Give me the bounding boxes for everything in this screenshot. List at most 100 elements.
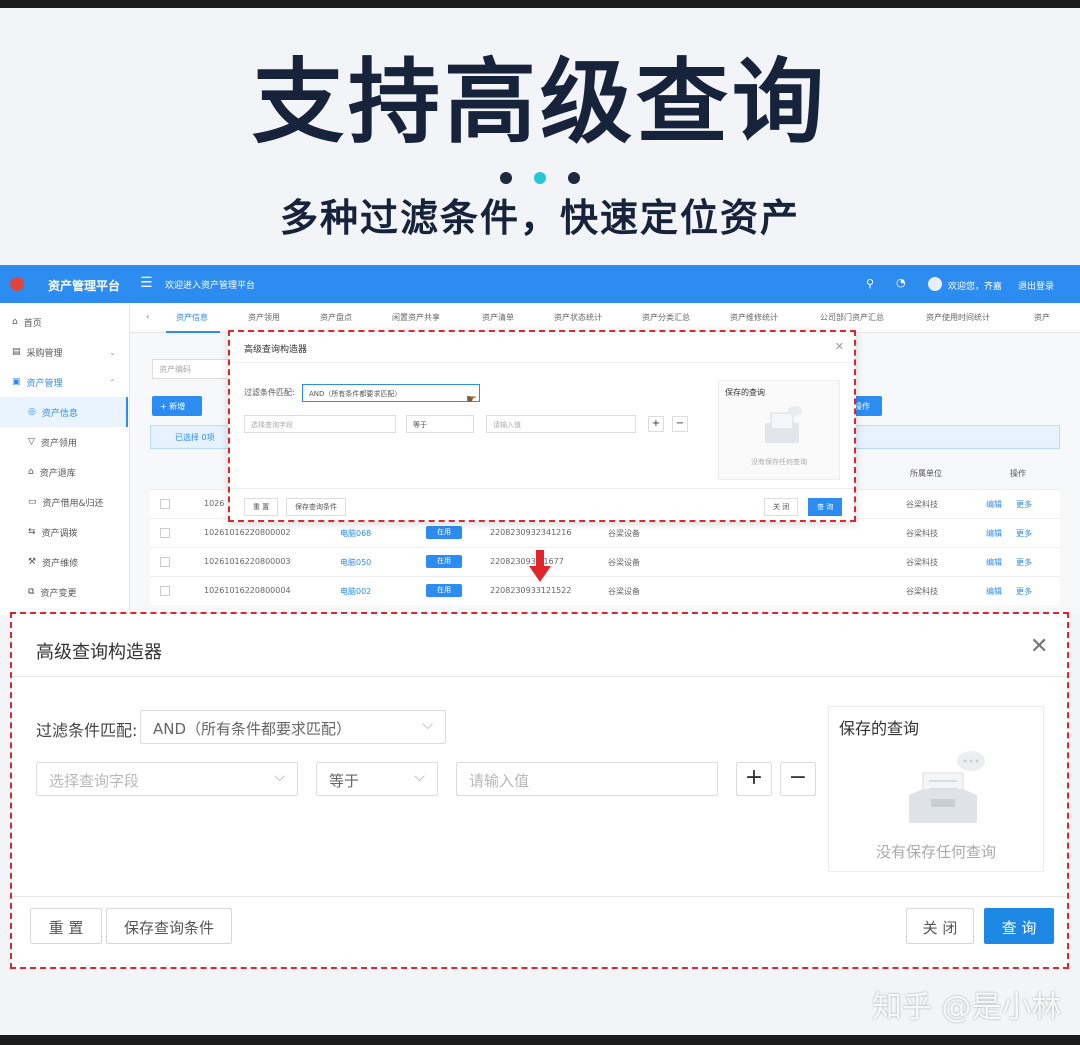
tab-department-summary[interactable]: 公司部门资产汇总 [820, 312, 884, 323]
tab-idle-share[interactable]: 闲置资产共享 [392, 312, 440, 323]
receive-icon: ▽ [28, 437, 35, 447]
asset-code-search-input[interactable]: 资产编码 [152, 359, 232, 379]
close-icon[interactable]: ✕ [1030, 634, 1048, 659]
more-link[interactable]: 更多 [1016, 499, 1032, 510]
edit-link[interactable]: 编辑 [986, 528, 1002, 539]
reset-button[interactable]: 重 置 [244, 498, 279, 516]
hero-subtitle: 多种过滤条件，快速定位资产 [279, 196, 800, 240]
reset-button[interactable]: 重 置 [30, 908, 102, 944]
query-button[interactable]: 查 询 [808, 498, 843, 516]
tab-asset-info[interactable]: 资产信息 [176, 312, 208, 323]
more-link[interactable]: 更多 [1016, 557, 1032, 568]
add-condition-button[interactable]: + [648, 416, 664, 432]
sidebar-item-label: 首页 [23, 318, 42, 329]
row-checkbox[interactable] [160, 499, 170, 509]
more-link[interactable]: 更多 [1016, 586, 1032, 597]
tab-back-icon[interactable]: ‹ [146, 312, 149, 321]
sidebar-item-asset-info[interactable]: ◎ 资产信息 [0, 397, 128, 427]
edit-link[interactable]: 编辑 [986, 557, 1002, 568]
remove-condition-button[interactable]: − [672, 416, 688, 432]
box-icon: ▣ [12, 377, 21, 387]
close-icon[interactable]: ✕ [835, 340, 844, 353]
tab-asset-list[interactable]: 资产清单 [482, 312, 514, 323]
match-select[interactable]: AND（所有条件都要求匹配） [302, 384, 480, 402]
logo-icon [10, 277, 24, 291]
row-id: 10261016220800003 [204, 557, 291, 566]
sidebar-item-label: 资产变更 [40, 588, 77, 599]
status-badge: 在用 [426, 526, 462, 539]
saved-queries-title: 保存的查询 [725, 388, 765, 397]
add-condition-button[interactable]: + [736, 762, 772, 796]
save-conditions-button[interactable]: 保存查询条件 [286, 498, 346, 516]
tab-bar: ‹ 资产信息 资产领用 资产盘点 闲置资产共享 资产清单 资产状态统计 资产分类… [130, 303, 1080, 333]
sidebar-item-asset-return[interactable]: ⌂ 资产退库 [0, 457, 128, 487]
operator-select[interactable]: 等于 [406, 415, 474, 433]
sidebar-item-home[interactable]: ⌂ 首页 [0, 307, 128, 337]
row-name-link[interactable]: 电脑002 [340, 586, 371, 597]
sidebar-item-asset-management[interactable]: ▣ 资产管理 ⌃ [0, 367, 128, 397]
edit-link[interactable]: 编辑 [986, 586, 1002, 597]
value-input[interactable]: 请输入值 [456, 762, 718, 796]
welcome-text: 欢迎进入资产管理平台 [165, 281, 256, 291]
query-button[interactable]: 查 询 [984, 908, 1054, 944]
operator-select[interactable]: 等于 ⌵ [316, 762, 438, 796]
sidebar-item-label: 采购管理 [26, 348, 63, 359]
home-icon: ⌂ [12, 317, 18, 327]
empty-inbox-icon [909, 751, 985, 823]
wrench-icon: ⚒ [28, 557, 37, 567]
sidebar-item-asset-receive[interactable]: ▽ 资产领用 [0, 427, 128, 457]
value-input[interactable]: 请输入值 [486, 415, 636, 433]
match-select[interactable]: AND（所有条件都要求匹配） ⌵ [140, 710, 446, 744]
tab-more[interactable]: 资产 [1034, 312, 1050, 323]
close-button[interactable]: 关 闭 [764, 498, 799, 516]
remove-condition-button[interactable]: − [780, 762, 816, 796]
tab-asset-inventory[interactable]: 资产盘点 [320, 312, 352, 323]
add-button[interactable]: + 新增 [152, 396, 202, 416]
row-checkbox[interactable] [160, 528, 170, 538]
sidebar-item-asset-transfer[interactable]: ⇆ 资产调拨 [0, 517, 128, 547]
sidebar-item-asset-borrow[interactable]: ▭ 资产借用&归还 [0, 487, 128, 517]
save-conditions-button[interactable]: 保存查询条件 [106, 908, 232, 944]
row-name-link[interactable]: 电脑050 [340, 557, 371, 568]
sidebar-item-asset-repair[interactable]: ⚒ 资产维修 [0, 547, 128, 577]
divider [230, 488, 854, 489]
row-unit: 谷梁科技 [906, 529, 938, 538]
menu-toggle-icon[interactable]: ☰ [140, 275, 153, 291]
chevron-down-icon: ⌵ [414, 769, 425, 785]
dot [568, 172, 580, 184]
row-checkbox[interactable] [160, 586, 170, 596]
status-badge: 在用 [426, 584, 462, 597]
row-sn: 220823093...1677 [490, 557, 564, 566]
small-query-dialog: 高级查询构造器 ✕ 过滤条件匹配: AND（所有条件都要求匹配） ☛ 选择查询字… [228, 330, 856, 522]
sidebar-item-label: 资产领用 [40, 438, 77, 449]
logout-link[interactable]: 退出登录 [1018, 279, 1054, 292]
table-row: 10261016220800004 电脑002 在用 2208230933121… [150, 576, 1060, 605]
info-icon: ◎ [28, 407, 36, 417]
field-select[interactable]: 选择查询字段 [244, 415, 396, 433]
search-icon[interactable]: ⚲ [866, 277, 874, 290]
sidebar-item-asset-change[interactable]: ⧉ 资产变更 [0, 577, 128, 607]
edit-link[interactable]: 编辑 [986, 499, 1002, 510]
table-row: 10261016220800003 电脑050 在用 220823093...1… [150, 547, 1060, 576]
user-greeting[interactable]: 欢迎您，齐嘉 [948, 279, 1002, 292]
sidebar-item-label: 资产管理 [26, 378, 63, 389]
more-link[interactable]: 更多 [1016, 528, 1032, 539]
app-name: 资产管理平台 [48, 279, 121, 293]
tab-usage-time-stats[interactable]: 资产使用时间统计 [926, 312, 990, 323]
column-header-ops: 操作 [1010, 469, 1026, 478]
field-select[interactable]: 选择查询字段 ⌵ [36, 762, 298, 796]
avatar[interactable] [928, 277, 942, 291]
bell-icon[interactable]: ◔ [896, 276, 906, 289]
sidebar-item-purchase[interactable]: ▤ 采购管理 ⌄ [0, 337, 128, 367]
chevron-down-icon: ⌵ [422, 717, 433, 733]
tab-asset-receive[interactable]: 资产领用 [248, 312, 280, 323]
row-name-link[interactable]: 电脑068 [340, 528, 371, 539]
row-checkbox[interactable] [160, 557, 170, 567]
transfer-icon: ⇆ [28, 527, 36, 537]
row-id: 10261016220800004 [204, 586, 291, 595]
tab-category-summary[interactable]: 资产分类汇总 [642, 312, 690, 323]
close-button[interactable]: 关 闭 [906, 908, 974, 944]
tab-repair-stats[interactable]: 资产维修统计 [730, 312, 778, 323]
status-badge: 在用 [426, 555, 462, 568]
tab-status-stats[interactable]: 资产状态统计 [554, 312, 602, 323]
